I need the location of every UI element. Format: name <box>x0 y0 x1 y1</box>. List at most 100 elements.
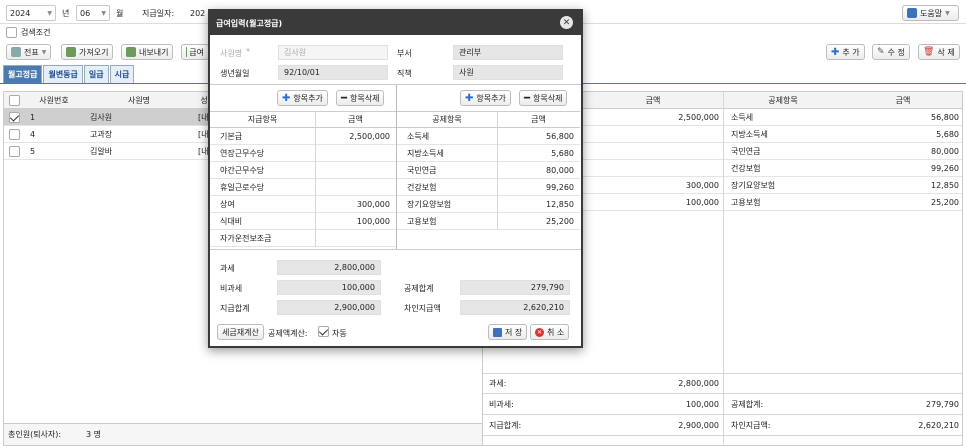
row-emp-name: 고과장 <box>90 129 113 139</box>
close-icon[interactable]: ✕ <box>560 16 573 29</box>
auto-calc-checkbox[interactable] <box>318 326 329 337</box>
tab-daily[interactable]: 일급 <box>83 65 109 83</box>
slip-button[interactable]: 전표 ▼ <box>6 44 52 60</box>
chevron-down-icon: ▼ <box>47 9 52 17</box>
row-checkbox-cell[interactable] <box>4 109 24 125</box>
payroll-dialog: 급여입력(월고정급) ✕ 사원명 * 김사원 부서 관리부 생년월일 92/10… <box>208 9 583 348</box>
pay-item-amount[interactable] <box>315 162 394 178</box>
pay-item-row[interactable]: 기본급 2,500,000 <box>210 128 396 145</box>
month-select[interactable]: 06 ▼ <box>76 5 110 21</box>
pay-item-amount[interactable] <box>315 179 394 195</box>
total-ded-field: 279,790 <box>460 280 570 295</box>
summary-value-2: 2,620,210 <box>918 420 959 430</box>
save-button[interactable]: 저 장 <box>488 324 528 340</box>
deduction-item-row[interactable]: 장기요양보험 12,850 <box>397 196 580 213</box>
employee-grid-footer: 총인원(퇴사자): 3 명 <box>4 423 482 445</box>
pay-item-row[interactable]: 상여 300,000 <box>210 196 396 213</box>
plus-icon: ✚ <box>465 92 474 104</box>
row-deduction-name: 국민연금 <box>731 146 761 156</box>
row-emp-name: 김사원 <box>90 112 113 122</box>
deduction-item-amount[interactable]: 56,800 <box>497 128 578 144</box>
cancel-icon: ✕ <box>535 327 544 337</box>
header-emp-no: 사원번호 <box>39 95 69 105</box>
search-condition-checkbox[interactable] <box>6 27 17 38</box>
deduction-item-row[interactable]: 건강보험 99,260 <box>397 179 580 196</box>
pay-item-amount[interactable]: 300,000 <box>315 196 394 212</box>
row-checkbox[interactable] <box>8 111 20 123</box>
pay-item-amount[interactable] <box>315 145 394 161</box>
pay-date-label: 지급일자: <box>142 9 175 18</box>
row-pay-amount <box>583 126 723 142</box>
payroll-button[interactable]: 급여 <box>181 44 209 60</box>
export-button[interactable]: 내보내기 <box>121 44 174 60</box>
row-deduction-amount: 25,200 <box>931 197 959 207</box>
ded-add-item-button[interactable]: ✚ 항목추가 <box>460 90 511 106</box>
tab-monthly-variable[interactable]: 월변동급 <box>43 65 83 83</box>
summary-value: 100,000 <box>685 399 719 409</box>
row-checkbox-cell[interactable] <box>4 126 24 142</box>
ded-items-header-name: 공제항목 <box>432 115 462 124</box>
deduction-item-amount[interactable]: 99,260 <box>497 179 578 195</box>
recalc-tax-button[interactable]: 세금재계산 <box>217 324 264 340</box>
deduction-item-row[interactable]: 국민연금 80,000 <box>397 162 580 179</box>
deduction-item-row[interactable]: 고용보험 25,200 <box>397 213 580 230</box>
year-select[interactable]: 2024 ▼ <box>6 5 56 21</box>
dept-label: 부서 <box>397 49 412 58</box>
pay-item-amount[interactable]: 100,000 <box>315 213 394 229</box>
trash-icon: 🗑 <box>923 47 935 57</box>
tab-hourly[interactable]: 시급 <box>109 65 135 83</box>
pay-add-item-button[interactable]: ✚ 항목추가 <box>277 90 328 106</box>
summary-label-2 <box>727 373 827 393</box>
pay-item-name: 자가운전보조금 <box>220 233 272 243</box>
chevron-down-icon: ▼ <box>101 9 106 17</box>
pay-item-row[interactable]: 자가운전보조금 <box>210 230 396 247</box>
summary-label: 지급합계: <box>489 420 522 430</box>
pay-item-row[interactable]: 야간근무수당 <box>210 162 396 179</box>
summary-row: 비과세: 100,000 공제합계: 279,790 <box>483 394 962 415</box>
ded-del-item-button[interactable]: ━ 항목삭제 <box>519 90 568 106</box>
header-deduction-item: 공제항목 <box>768 95 798 105</box>
deduction-item-amount[interactable]: 5,680 <box>497 145 578 161</box>
summary-label-2: 차인지급액: <box>731 420 771 430</box>
row-checkbox[interactable] <box>8 145 20 157</box>
deduction-item-amount[interactable]: 12,850 <box>497 196 578 212</box>
deduction-item-amount[interactable]: 25,200 <box>497 213 578 229</box>
footer-value: 3 명 <box>86 430 101 439</box>
delete-button[interactable]: 🗑 삭 제 <box>918 44 960 60</box>
cancel-button[interactable]: ✕ 취 소 <box>530 324 570 340</box>
emp-name-label: 사원명 <box>220 49 243 58</box>
header-checkbox-cell[interactable] <box>4 92 24 108</box>
deduction-item-name: 소득세 <box>407 131 430 141</box>
row-deduction-amount: 80,000 <box>931 146 959 156</box>
deduction-item-amount[interactable]: 80,000 <box>497 162 578 178</box>
import-button[interactable]: 가져오기 <box>61 44 114 60</box>
row-deduction-name: 장기요양보험 <box>731 180 776 190</box>
dialog-titlebar[interactable]: 급여입력(월고정급) ✕ <box>210 11 581 35</box>
row-pay-amount: 300,000 <box>685 180 719 190</box>
row-pay-amount <box>583 160 723 176</box>
pay-item-row[interactable]: 연장근무수당 <box>210 145 396 162</box>
pay-item-amount[interactable] <box>315 230 394 246</box>
pay-del-item-button[interactable]: ━ 항목삭제 <box>336 90 385 106</box>
add-button[interactable]: ✚ 추 가 <box>826 44 865 60</box>
position-field: 사원 <box>453 65 563 80</box>
deduction-item-name: 고용보험 <box>407 216 437 226</box>
search-condition-row[interactable]: 검색조건 <box>6 27 50 38</box>
select-all-checkbox[interactable] <box>8 94 20 106</box>
edit-button[interactable]: ✎ 수 정 <box>872 44 910 60</box>
row-pay-amount: 2,500,000 <box>678 112 719 122</box>
pay-item-row[interactable]: 휴일근로수당 <box>210 179 396 196</box>
row-checkbox-cell[interactable] <box>4 143 24 159</box>
deduction-item-row[interactable]: 소득세 56,800 <box>397 128 580 145</box>
pay-item-row[interactable]: 식대비 100,000 <box>210 213 396 230</box>
deduction-item-name: 국민연금 <box>407 165 437 175</box>
deduction-item-name: 장기요양보험 <box>407 199 452 209</box>
pay-item-amount[interactable]: 2,500,000 <box>315 128 394 144</box>
emp-name-field[interactable]: 김사원 <box>278 45 388 60</box>
header-deduction-amount: 금액 <box>895 95 911 105</box>
deduction-items-header: 공제항목 금액 <box>397 111 580 128</box>
tab-monthly-fixed[interactable]: 월고정급 <box>3 65 43 83</box>
deduction-item-row[interactable]: 지방소득세 5,680 <box>397 145 580 162</box>
help-select[interactable]: 도움말 ▼ <box>902 5 959 21</box>
row-checkbox[interactable] <box>8 128 20 140</box>
